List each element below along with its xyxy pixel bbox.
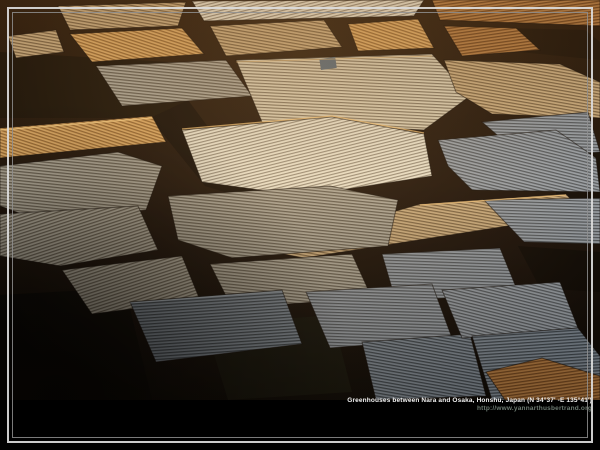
wallpaper: Greenhouses between Nara and Osaka, Hons…	[0, 0, 600, 450]
caption-url: http://www.yannarthusbertrand.org	[347, 405, 592, 412]
lighting-overlay	[0, 0, 600, 400]
greenhouse-patchwork-illustration	[0, 0, 600, 400]
photo-caption: Greenhouses between Nara and Osaka, Hons…	[347, 397, 592, 412]
caption-text: Greenhouses between Nara and Osaka, Hons…	[347, 397, 592, 404]
vignette	[0, 0, 600, 400]
aerial-photo	[0, 0, 600, 400]
